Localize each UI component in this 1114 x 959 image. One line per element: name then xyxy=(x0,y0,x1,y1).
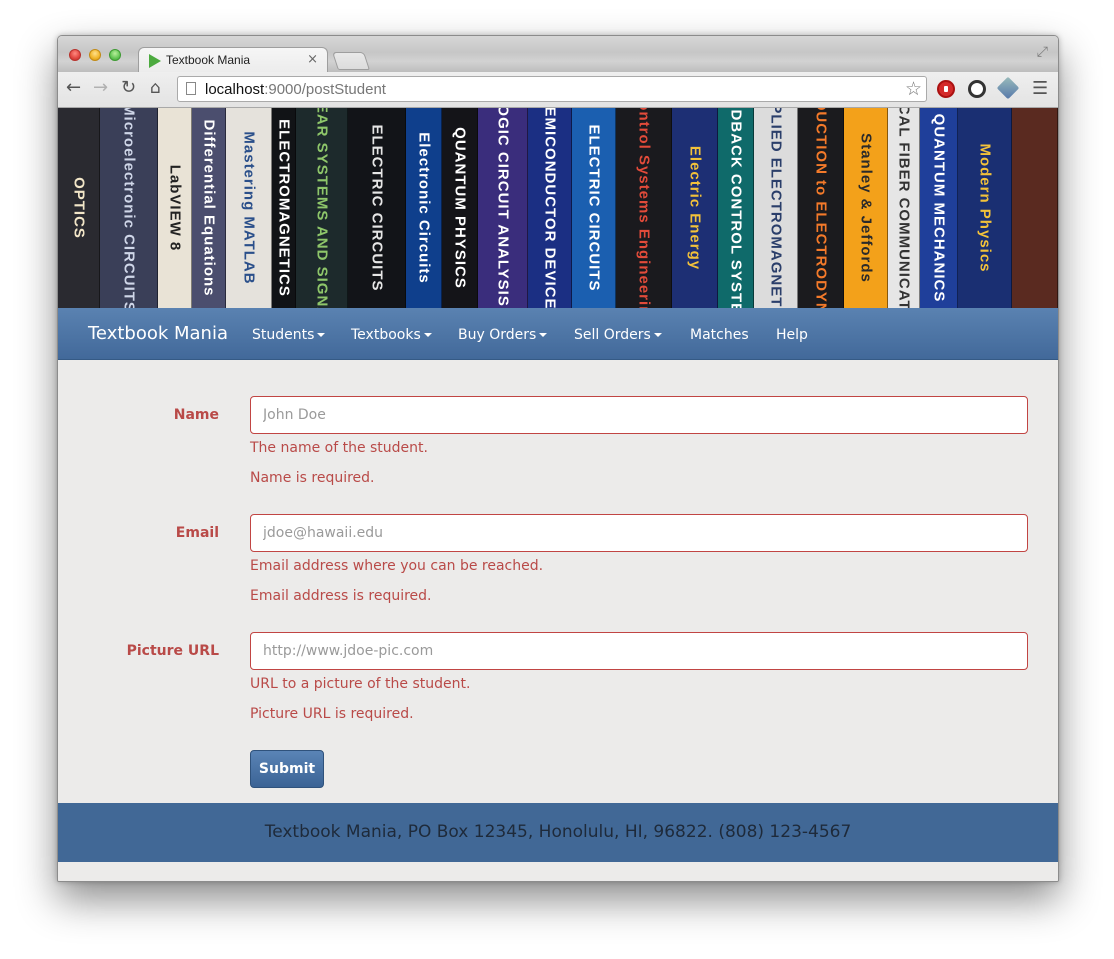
minimize-window-button[interactable] xyxy=(89,49,101,61)
caret-down-icon xyxy=(539,333,548,337)
browser-window: Textbook Mania × ⤢ ← → ↻ ⌂ localhost:900… xyxy=(57,35,1059,882)
book-spine: FEEDBACK CONTROL SYSTEMS xyxy=(718,108,754,308)
nav-item-buy-orders[interactable]: Buy Orders xyxy=(458,327,548,343)
fullscreen-icon[interactable]: ⤢ xyxy=(1037,44,1048,60)
book-spine xyxy=(1012,108,1058,308)
book-spine: Microelectronic CIRCUITS xyxy=(100,108,158,308)
book-spine-title: OPTICAL FIBER COMMUNICATIONS xyxy=(895,108,912,308)
name-label: Name xyxy=(173,407,219,423)
dropper-extension-icon[interactable] xyxy=(996,76,1020,100)
sync-extension-icon[interactable] xyxy=(968,80,986,98)
home-icon[interactable]: ⌂ xyxy=(150,78,161,98)
book-spine: OPTICS xyxy=(58,108,100,308)
book-spine: OPTICAL FIBER COMMUNICATIONS xyxy=(888,108,920,308)
name-help-text: The name of the student. xyxy=(250,440,428,456)
book-spine: ELECTRIC CIRCUITS xyxy=(348,108,406,308)
url-text[interactable]: localhost:9000/postStudent xyxy=(205,81,386,98)
book-spine-title: INTRODUCTION to ELECTRODYNAMICS xyxy=(812,108,829,308)
book-spine-title: ELECTROMAGNETICS xyxy=(275,119,292,297)
book-spine-title: Mastering MATLAB xyxy=(240,131,257,285)
book-spine: LINEAR SYSTEMS AND SIGNALS xyxy=(296,108,348,308)
book-spine-title: LINEAR SYSTEMS AND SIGNALS xyxy=(313,108,330,308)
picture-url-error-text: Picture URL is required. xyxy=(250,706,414,722)
book-spine: SEMICONDUCTOR DEVICES xyxy=(528,108,572,308)
page-bottom xyxy=(58,862,1058,881)
email-help-text: Email address where you can be reached. xyxy=(250,558,544,574)
book-spine: Modern Physics xyxy=(958,108,1012,308)
footer-text: Textbook Mania, PO Box 12345, Honolulu, … xyxy=(264,822,852,842)
tab-title: Textbook Mania xyxy=(166,53,251,67)
navbar-brand[interactable]: Textbook Mania xyxy=(88,323,228,344)
caret-down-icon xyxy=(317,333,326,337)
book-spine: QUANTUM PHYSICS xyxy=(442,108,478,308)
book-spine-title: FEEDBACK CONTROL SYSTEMS xyxy=(727,108,744,308)
book-spine: LabVIEW 8 xyxy=(158,108,192,308)
book-spine: APPLIED ELECTROMAGNETICS xyxy=(754,108,798,308)
picture-url-input[interactable] xyxy=(250,632,1028,670)
nav-item-sell-orders[interactable]: Sell Orders xyxy=(574,327,662,343)
site-navbar: Textbook Mania Students Textbooks Buy Or… xyxy=(58,308,1058,360)
browser-tab[interactable]: Textbook Mania × xyxy=(138,47,328,73)
book-spine: Electric Energy xyxy=(672,108,718,308)
book-spine-title: DIGITAL LOGIC CIRCUIT ANALYSIS & DESIGN xyxy=(494,108,511,308)
bookshelf-banner: OPTICS Microelectronic CIRCUITS LabVIEW 8 D… xyxy=(58,108,1058,308)
nav-item-textbooks[interactable]: Textbooks xyxy=(351,327,432,343)
book-spine: ELECTRIC CIRCUITS xyxy=(572,108,616,308)
book-spine-title: QUANTUM MECHANICS xyxy=(930,113,947,303)
book-spine-title: ELECTRIC CIRCUITS xyxy=(585,124,602,292)
picture-url-label: Picture URL xyxy=(126,643,219,659)
book-spine: ELECTROMAGNETICS xyxy=(272,108,296,308)
book-spine: QUANTUM MECHANICS xyxy=(920,108,958,308)
book-spine-title: ELECTRIC CIRCUITS xyxy=(368,124,385,292)
book-spine-title: Electric Energy xyxy=(686,145,703,271)
forward-arrow-icon[interactable]: → xyxy=(93,78,108,98)
nav-item-students[interactable]: Students xyxy=(252,327,326,343)
browser-toolbar: ← → ↻ ⌂ localhost:9000/postStudent ☆ ☰ xyxy=(58,72,1058,108)
book-spine-title: Microelectronic CIRCUITS xyxy=(120,108,137,308)
new-tab-button[interactable] xyxy=(332,52,370,70)
nav-item-help[interactable]: Help xyxy=(776,327,808,343)
email-error-text: Email address is required. xyxy=(250,588,432,604)
submit-button[interactable]: Submit xyxy=(250,750,324,788)
name-input[interactable] xyxy=(250,396,1028,434)
book-spine-title: Modern Physics xyxy=(976,143,993,273)
book-spine-title: OPTICS xyxy=(70,177,87,239)
book-spine-title: QUANTUM PHYSICS xyxy=(451,127,468,289)
close-window-button[interactable] xyxy=(69,49,81,61)
bookmark-star-icon[interactable]: ☆ xyxy=(905,78,922,100)
play-favicon-icon xyxy=(149,54,161,68)
book-spine: Differential Equations xyxy=(192,108,226,308)
book-spine: Control Systems Engineering xyxy=(616,108,672,308)
name-error-text: Name is required. xyxy=(250,470,375,486)
site-footer: Textbook Mania, PO Box 12345, Honolulu, … xyxy=(58,803,1058,862)
book-spine-title: APPLIED ELECTROMAGNETICS xyxy=(767,108,784,308)
caret-down-icon xyxy=(423,333,432,337)
picture-url-help-text: URL to a picture of the student. xyxy=(250,676,471,692)
caret-down-icon xyxy=(653,333,662,337)
email-label: Email xyxy=(175,525,219,541)
book-spine: DIGITAL LOGIC CIRCUIT ANALYSIS & DESIGN xyxy=(478,108,528,308)
book-spine: Stanley & Jeffords xyxy=(844,108,888,308)
student-form: Name The name of the student. Name is re… xyxy=(58,360,1058,803)
email-input[interactable] xyxy=(250,514,1028,552)
book-spine-title: Electronic Circuits xyxy=(415,132,432,284)
hamburger-menu-icon[interactable]: ☰ xyxy=(1032,80,1048,98)
book-spine-title: Stanley & Jeffords xyxy=(857,133,874,283)
title-bar: Textbook Mania × ⤢ xyxy=(58,36,1058,73)
maximize-window-button[interactable] xyxy=(109,49,121,61)
book-spine: Electronic Circuits xyxy=(406,108,442,308)
back-arrow-icon[interactable]: ← xyxy=(66,78,81,98)
book-spine: INTRODUCTION to ELECTRODYNAMICS xyxy=(798,108,844,308)
address-bar[interactable]: localhost:9000/postStudent ☆ xyxy=(177,76,927,102)
page-icon xyxy=(186,82,196,95)
book-spine-title: Control Systems Engineering xyxy=(635,108,652,308)
nav-item-matches[interactable]: Matches xyxy=(690,327,749,343)
reload-icon[interactable]: ↻ xyxy=(121,78,136,98)
book-spine-title: SEMICONDUCTOR DEVICES xyxy=(541,108,558,308)
book-spine-title: Differential Equations xyxy=(200,119,217,297)
book-spine: Mastering MATLAB xyxy=(226,108,272,308)
tab-close-icon[interactable]: × xyxy=(307,52,318,67)
book-spine-title: LabVIEW 8 xyxy=(166,164,183,252)
adblock-extension-icon[interactable] xyxy=(937,80,955,98)
